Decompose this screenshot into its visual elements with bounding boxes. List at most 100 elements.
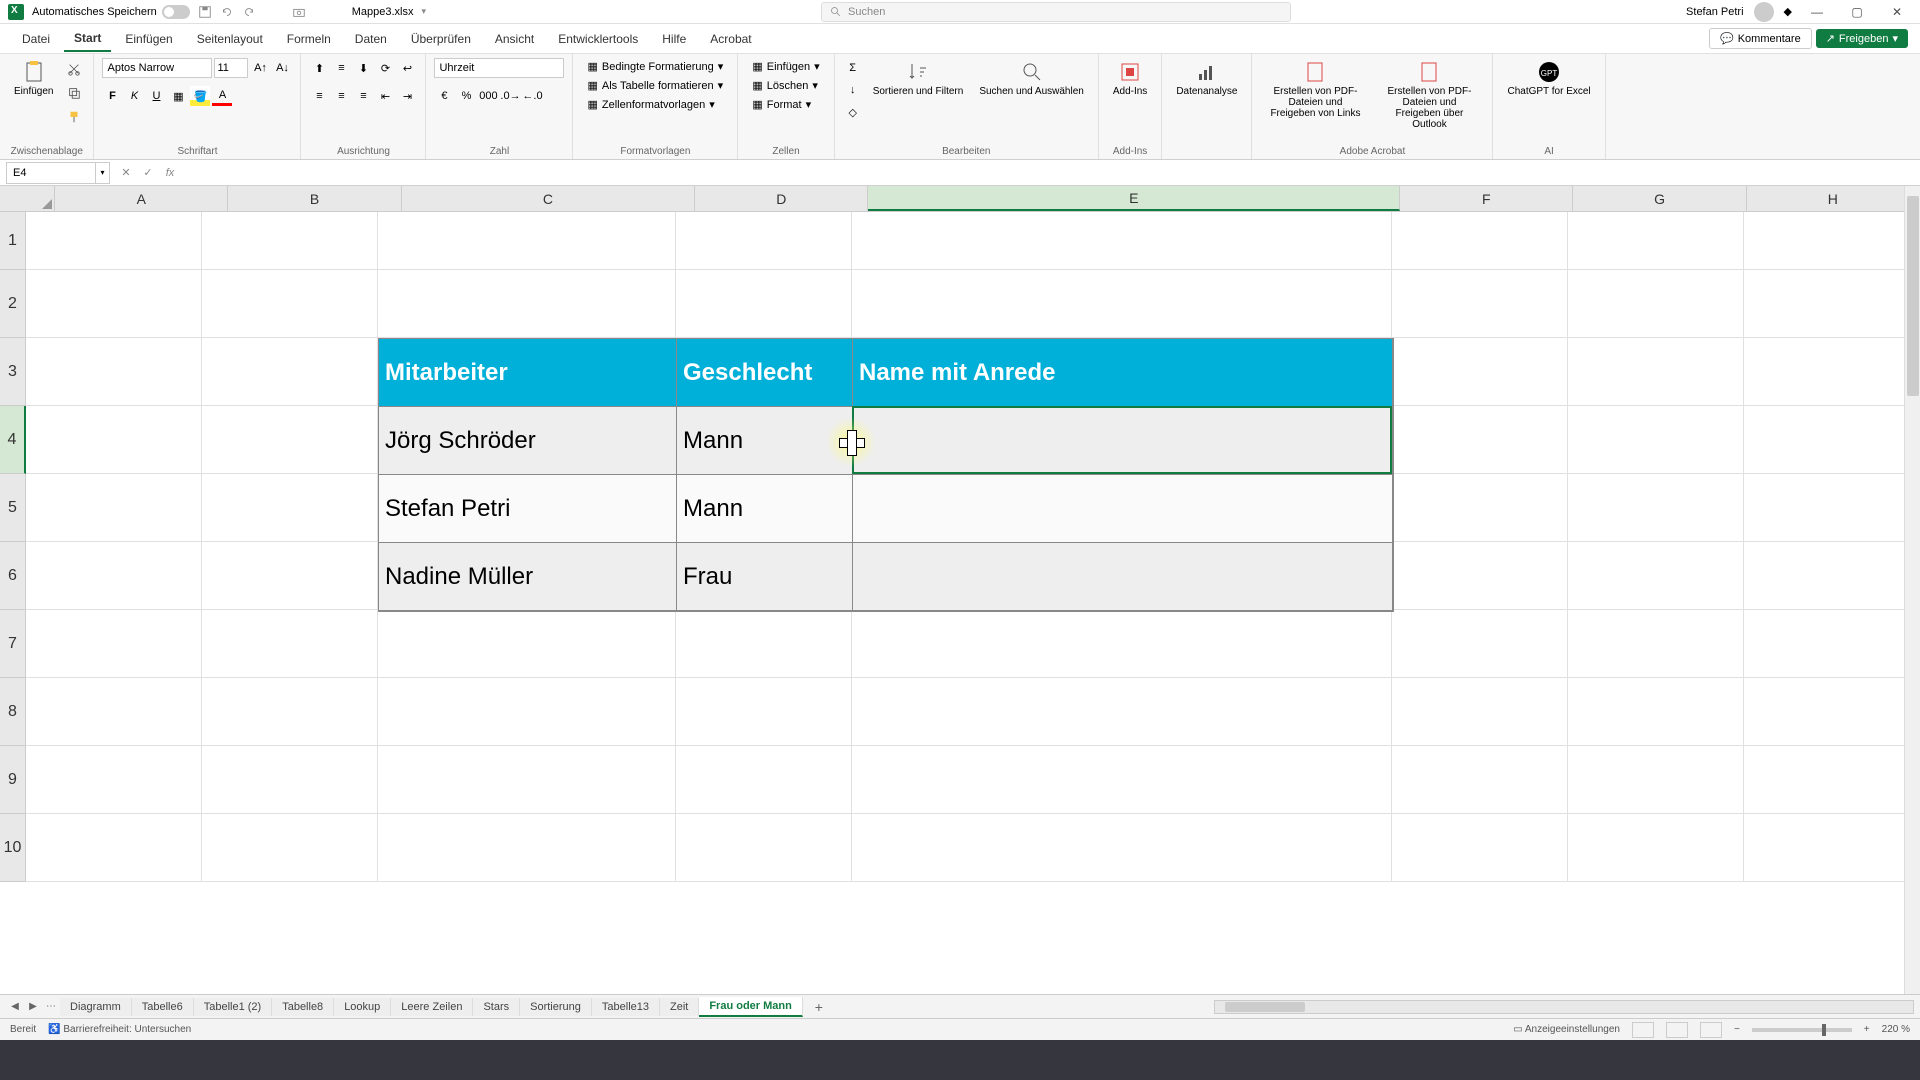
delete-cells-button[interactable]: ▦ Löschen ▾ [746,77,824,94]
format-as-table-button[interactable]: ▦ Als Tabelle formatieren ▾ [581,77,729,94]
zoom-level[interactable]: 220 % [1882,1024,1910,1035]
border-button[interactable]: ▦ [168,86,188,106]
font-color-button[interactable]: A [212,86,232,106]
row-header-6[interactable]: 6 [0,542,26,610]
sheet-tab[interactable]: Tabelle13 [592,998,660,1016]
format-cells-button[interactable]: ▦ Format ▾ [746,96,817,113]
vertical-scrollbar[interactable] [1904,186,1920,994]
sheet-tab[interactable]: Lookup [334,998,391,1016]
tab-hilfe[interactable]: Hilfe [652,27,696,51]
sort-filter-button[interactable]: Sortieren und Filtern [867,58,970,99]
col-header-F[interactable]: F [1400,186,1573,211]
find-select-button[interactable]: Suchen und Auswählen [973,58,1090,99]
tab-einfuegen[interactable]: Einfügen [115,27,182,51]
row-header-4[interactable]: 4 [0,406,26,474]
table-header-anrede[interactable]: Name mit Anrede [853,339,1393,407]
row-header-8[interactable]: 8 [0,678,26,746]
minimize-button[interactable]: — [1802,2,1832,22]
table-header-mitarbeiter[interactable]: Mitarbeiter [379,339,677,407]
sheet-tab[interactable]: Tabelle1 (2) [194,998,272,1016]
table-cell[interactable]: Mann [677,475,853,543]
col-header-D[interactable]: D [695,186,868,211]
table-cell[interactable]: Stefan Petri [379,475,677,543]
clear-button[interactable]: ◇ [843,102,863,122]
windows-taskbar[interactable] [0,1040,1920,1080]
table-header-geschlecht[interactable]: Geschlecht [677,339,853,407]
fill-color-button[interactable]: 🪣 [190,86,210,106]
row-header-5[interactable]: 5 [0,474,26,542]
accessibility-status[interactable]: ♿ Barrierefreiheit: Untersuchen [48,1024,191,1035]
pdf-share-outlook-button[interactable]: Erstellen von PDF-Dateien und Freigeben … [1374,58,1484,132]
tab-formeln[interactable]: Formeln [277,27,341,51]
tab-entwicklertools[interactable]: Entwicklertools [548,27,648,51]
data-analysis-button[interactable]: Datenanalyse [1170,58,1243,99]
save-icon[interactable] [198,5,212,19]
align-center-button[interactable]: ≡ [331,86,351,106]
align-bottom-button[interactable]: ⬇ [353,58,373,78]
fx-button[interactable]: fx [160,163,180,183]
row-header-1[interactable]: 1 [0,212,26,270]
name-box[interactable]: E4 [6,162,96,184]
increase-font-button[interactable]: A↑ [250,58,270,78]
table-cell[interactable]: Frau [677,543,853,611]
italic-button[interactable]: K [124,86,144,106]
sheet-tab[interactable]: Zeit [660,998,699,1016]
cell-styles-button[interactable]: ▦ Zellenformatvorlagen ▾ [581,96,720,113]
table-cell[interactable]: Jörg Schröder [379,407,677,475]
spreadsheet-grid[interactable]: A B C D E F G H 1 2 3 4 5 6 7 8 9 10 [0,186,1920,994]
sheet-tab[interactable]: Tabelle8 [272,998,334,1016]
camera-icon[interactable] [292,5,306,19]
tab-daten[interactable]: Daten [345,27,397,51]
autosum-button[interactable]: Σ [843,58,863,78]
sheet-tab[interactable]: Tabelle6 [132,998,194,1016]
close-button[interactable]: ✕ [1882,2,1912,22]
row-header-10[interactable]: 10 [0,814,26,882]
sheet-tab[interactable]: Leere Zeilen [391,998,473,1016]
table-cell[interactable] [853,543,1393,611]
tab-seitenlayout[interactable]: Seitenlayout [187,27,273,51]
maximize-button[interactable]: ▢ [1842,2,1872,22]
sheet-nav-more[interactable]: ⋯ [42,998,60,1016]
align-left-button[interactable]: ≡ [309,86,329,106]
table-cell[interactable] [853,475,1393,543]
col-header-C[interactable]: C [402,186,695,211]
insert-cells-button[interactable]: ▦ Einfügen ▾ [746,58,825,75]
paste-button[interactable]: Einfügen [8,58,59,99]
formula-input[interactable] [186,162,1920,184]
number-format-select[interactable] [434,58,564,78]
autosave-toggle[interactable]: Automatisches Speichern [32,5,190,19]
table-cell[interactable]: Nadine Müller [379,543,677,611]
copy-button[interactable] [63,82,85,104]
accept-formula-button[interactable]: ✓ [138,163,158,183]
fill-button[interactable]: ↓ [843,80,863,100]
pdf-share-link-button[interactable]: Erstellen von PDF-Dateien und Freigeben … [1260,58,1370,121]
col-header-H[interactable]: H [1747,186,1920,211]
normal-view-button[interactable] [1632,1022,1654,1038]
tab-ueberpruefen[interactable]: Überprüfen [401,27,481,51]
tab-acrobat[interactable]: Acrobat [700,27,761,51]
sheet-tab[interactable]: Sortierung [520,998,592,1016]
tab-ansicht[interactable]: Ansicht [485,27,544,51]
sheet-tab-active[interactable]: Frau oder Mann [699,997,803,1017]
align-middle-button[interactable]: ≡ [331,58,351,78]
row-header-7[interactable]: 7 [0,610,26,678]
increase-indent-button[interactable]: ⇥ [397,86,417,106]
decrease-indent-button[interactable]: ⇤ [375,86,395,106]
comments-button[interactable]: 💬 Kommentare [1709,28,1812,49]
align-right-button[interactable]: ≡ [353,86,373,106]
table-cell[interactable] [853,407,1393,475]
thousands-button[interactable]: 000 [478,86,498,106]
col-header-B[interactable]: B [228,186,401,211]
align-top-button[interactable]: ⬆ [309,58,329,78]
col-header-G[interactable]: G [1573,186,1746,211]
wrap-text-button[interactable]: ↩ [397,58,417,78]
add-sheet-button[interactable]: + [809,997,829,1017]
search-input[interactable]: Suchen [821,2,1291,22]
share-button[interactable]: ↗ Freigeben ▾ [1816,29,1908,48]
format-painter-button[interactable] [63,106,85,128]
row-header-2[interactable]: 2 [0,270,26,338]
page-layout-view-button[interactable] [1666,1022,1688,1038]
bold-button[interactable]: F [102,86,122,106]
select-all-corner[interactable] [0,186,55,211]
avatar[interactable] [1754,2,1774,22]
